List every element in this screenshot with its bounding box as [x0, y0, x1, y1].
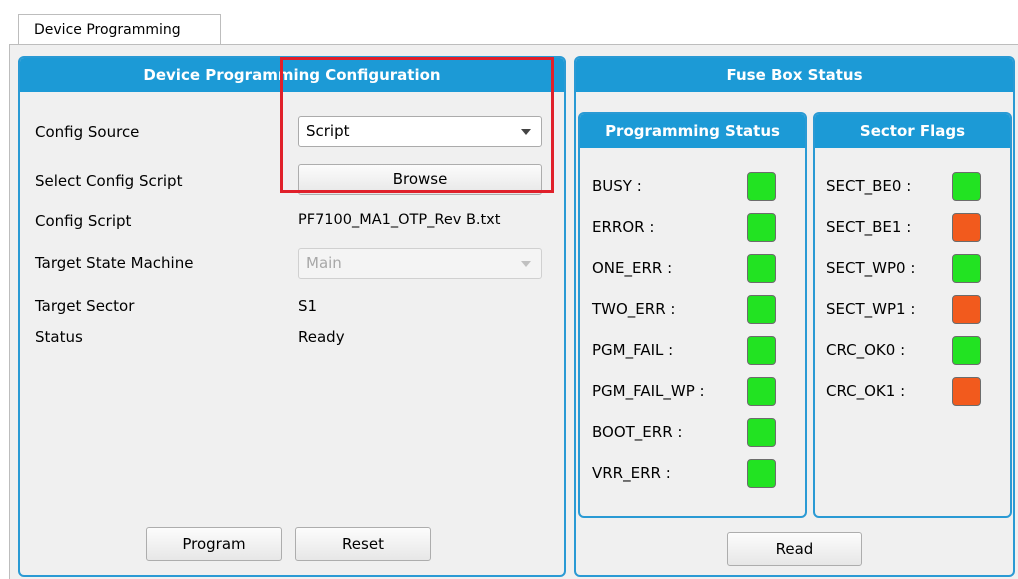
sector-flag-label: SECT_BE1 :: [826, 218, 912, 236]
sector-flag-indicator: [952, 254, 981, 283]
config-script-label: Config Script: [35, 212, 132, 230]
programming-status-label: BUSY :: [592, 177, 642, 195]
programming-status-label: BOOT_ERR :: [592, 423, 683, 441]
reset-button[interactable]: Reset: [295, 527, 431, 561]
sector-flag-indicator: [952, 172, 981, 201]
target-sector-label: Target Sector: [35, 297, 135, 315]
programming-status-indicator: [747, 336, 776, 365]
sector-flag-indicator: [952, 377, 981, 406]
sector-flag-label: CRC_OK0 :: [826, 341, 906, 359]
programming-status-title: Programming Status: [580, 114, 805, 148]
sector-flag-indicator: [952, 336, 981, 365]
programming-status-indicator: [747, 254, 776, 283]
programming-status-indicator: [747, 377, 776, 406]
chevron-down-icon: [521, 261, 531, 267]
sector-flag-indicator: [952, 295, 981, 324]
fuse-box-title: Fuse Box Status: [576, 58, 1013, 92]
sector-flag-label: SECT_WP0 :: [826, 259, 916, 277]
select-config-script-label: Select Config Script: [35, 172, 183, 190]
tab-device-programming[interactable]: Device Programming: [18, 14, 221, 45]
status-value: Ready: [298, 328, 345, 346]
programming-status-label: ONE_ERR :: [592, 259, 673, 277]
highlight-box: [280, 57, 554, 193]
config-source-label: Config Source: [35, 123, 140, 141]
target-sector-value: S1: [298, 297, 318, 315]
programming-status-label: PGM_FAIL_WP :: [592, 382, 705, 400]
programming-status-indicator: [747, 295, 776, 324]
programming-status-indicator: [747, 213, 776, 242]
sector-flag-label: SECT_WP1 :: [826, 300, 916, 318]
programming-status-label: VRR_ERR :: [592, 464, 671, 482]
programming-status-label: TWO_ERR :: [592, 300, 676, 318]
programming-status-label: PGM_FAIL :: [592, 341, 674, 359]
read-button[interactable]: Read: [727, 532, 862, 566]
config-script-value: PF7100_MA1_OTP_Rev B.txt: [298, 212, 501, 228]
sector-flag-label: SECT_BE0 :: [826, 177, 912, 195]
programming-status-indicator: [747, 418, 776, 447]
programming-status-indicator: [747, 172, 776, 201]
programming-status-label: ERROR :: [592, 218, 655, 236]
target-state-machine-label: Target State Machine: [35, 254, 194, 272]
status-label: Status: [35, 328, 83, 346]
target-state-machine-value: Main: [306, 254, 342, 272]
sector-flags-title: Sector Flags: [815, 114, 1010, 148]
target-state-machine-dropdown[interactable]: Main: [298, 248, 542, 279]
programming-status-indicator: [747, 459, 776, 488]
sector-flag-indicator: [952, 213, 981, 242]
program-button[interactable]: Program: [146, 527, 282, 561]
sector-flag-label: CRC_OK1 :: [826, 382, 906, 400]
